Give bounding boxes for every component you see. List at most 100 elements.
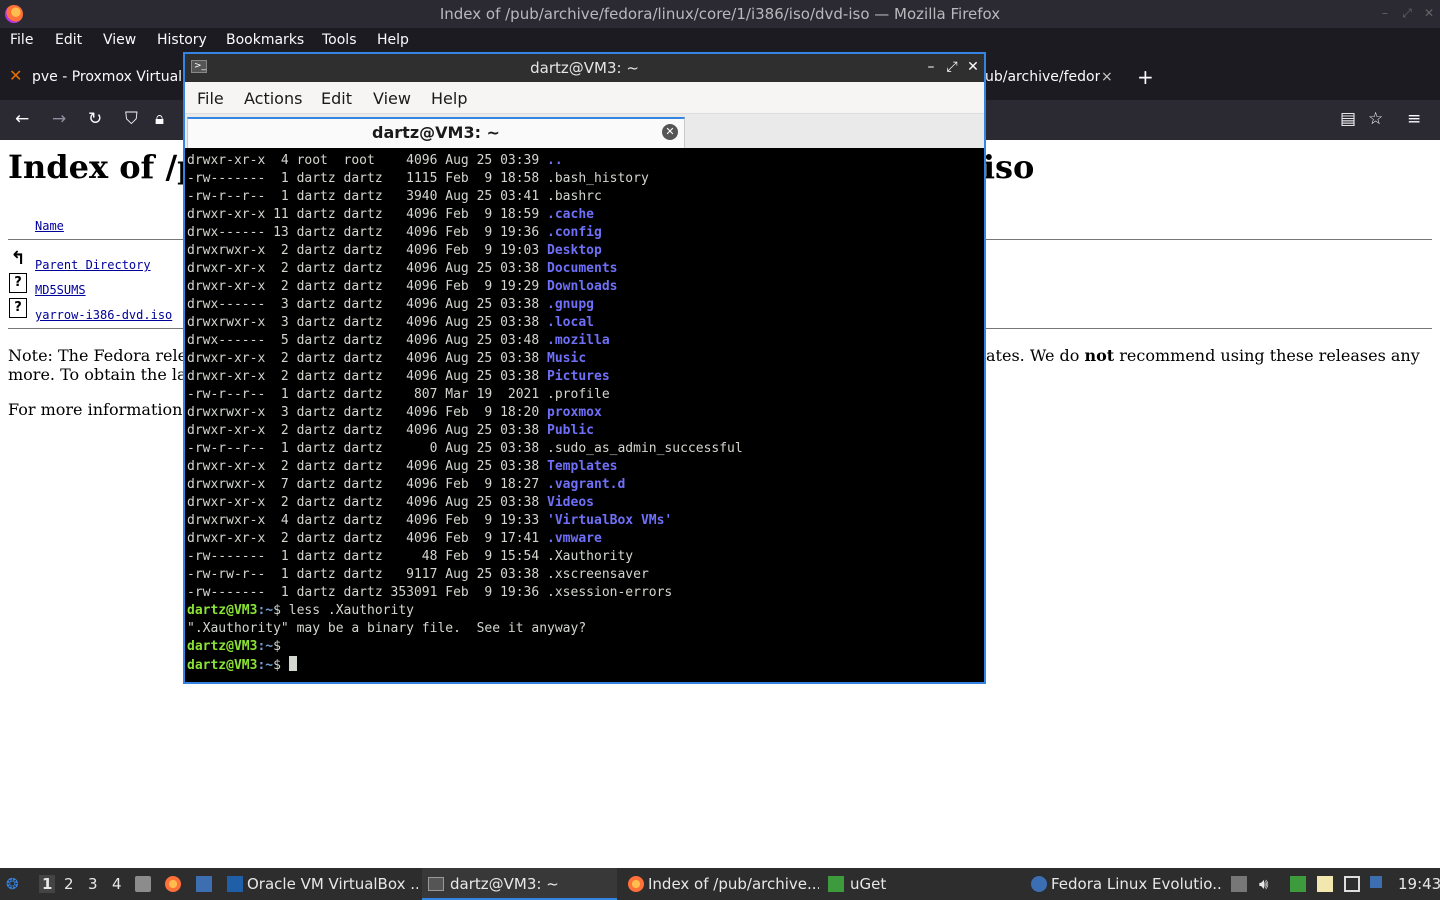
menu-tools[interactable]: Tools [322,32,357,48]
listing-meta: -rw-r--r-- 1 dartz dartz 807 Mar 19 2021 [187,387,548,402]
yarrow-iso-link[interactable]: yarrow-i386-dvd.iso [35,308,172,322]
task-title: Index of /pub/archive... [648,875,819,893]
terminal-line: drwx------ 5 dartz dartz 4096 Aug 25 03:… [187,332,984,350]
reload-icon[interactable]: ↻ [88,109,102,129]
tab-close-icon[interactable]: ✕ [662,124,678,140]
task-title: dartz@VM3: ~ [450,875,559,893]
task-terminal[interactable]: dartz@VM3: ~ [422,868,617,900]
task-title: Fedora Linux Evolutio... [1051,875,1222,893]
workspace-2[interactable]: 2 [64,875,74,893]
tracking-shield-icon[interactable]: ⛉ [125,109,138,129]
md5sums-link[interactable]: MD5SUMS [35,283,86,297]
close-icon[interactable]: ✕ [965,58,981,76]
workspace-4[interactable]: 4 [112,875,122,893]
listing-meta: drwxrwxr-x 7 dartz dartz 4096 Feb 9 18:2… [187,477,548,492]
tab-proxmox[interactable]: pve - Proxmox Virtual E [32,60,182,94]
terminal-menu-help[interactable]: Help [431,89,467,108]
menu-file[interactable]: File [10,32,33,48]
menu-history[interactable]: History [157,32,207,48]
minimize-icon[interactable]: – [923,58,939,76]
terminal-titlebar[interactable]: >_ dartz@VM3: ~ – ⤢ ✕ [185,54,984,82]
clock: 19:43 [1398,875,1440,893]
task-firefox[interactable]: Index of /pub/archive... [624,868,819,900]
terminal-title: dartz@VM3: ~ [530,59,639,77]
forward-arrow-icon[interactable]: → [52,109,66,129]
terminal-menu-actions[interactable]: Actions [244,89,302,108]
firefox-launcher-icon[interactable] [165,876,181,892]
terminal-line: -rw-r--r-- 1 dartz dartz 0 Aug 25 03:38 … [187,440,984,458]
listing-meta: drwxr-xr-x 2 dartz dartz 4096 Aug 25 03:… [187,459,548,474]
terminal-line: drwxr-xr-x 2 dartz dartz 4096 Feb 9 19:2… [187,278,984,296]
terminal-tab[interactable]: dartz@VM3: ~ ✕ [187,117,685,148]
task-fedora-evolution[interactable]: Fedora Linux Evolutio... [1027,868,1222,900]
note-bold: not [1084,346,1115,365]
file-name: .bashrc [547,189,602,204]
parent-directory-link[interactable]: Parent Directory [35,258,151,272]
network-icon[interactable] [1344,876,1360,892]
terminal-line: drwxrwxr-x 3 dartz dartz 4096 Aug 25 03:… [187,314,984,332]
menu-help[interactable]: Help [377,32,409,48]
tab-fedora-archive[interactable]: ub/archive/fedora [985,60,1100,94]
listing-meta: drwx------ 3 dartz dartz 4096 Aug 25 03:… [187,297,548,312]
workspace-3[interactable]: 3 [88,875,98,893]
start-menu-icon[interactable]: ❂ [6,875,19,893]
menu-edit[interactable]: Edit [55,32,82,48]
listing-meta: -rw------- 1 dartz dartz 353091 Feb 9 19… [187,585,548,600]
terminal-line: -rw-r--r-- 1 dartz dartz 807 Mar 19 2021… [187,386,984,404]
show-desktop-icon[interactable] [196,876,212,892]
task-virtualbox[interactable]: Oracle VM VirtualBox ... [223,868,418,900]
column-name-link[interactable]: Name [35,219,64,233]
terminal-window[interactable]: >_ dartz@VM3: ~ – ⤢ ✕ File Actions Edit … [183,52,986,684]
terminal-line: drwxr-xr-x 2 dartz dartz 4096 Aug 25 03:… [187,458,984,476]
taskbar: ❂ 1 2 3 4 Oracle VM VirtualBox ... dartz… [0,868,1440,900]
tab-close-icon[interactable]: × [1101,60,1115,94]
note-line2: more. To obtain the la [8,365,187,384]
menu-bookmarks[interactable]: Bookmarks [226,32,304,48]
notification-icon[interactable] [1370,876,1382,888]
listing-meta: drwx------ 13 dartz dartz 4096 Feb 9 19:… [187,225,548,240]
directory-name: 'VirtualBox VMs' [547,513,673,528]
maximize-icon[interactable]: ⤢ [1400,6,1414,20]
close-icon[interactable]: ✕ [1422,6,1436,20]
directory-name: Documents [547,261,618,276]
directory-name: .gnupg [547,297,594,312]
menu-view[interactable]: View [103,32,136,48]
task-uget[interactable]: uGet [824,868,1019,900]
terminal-menu-file[interactable]: File [197,89,224,108]
listing-meta: -rw------- 1 dartz dartz 1115 Feb 9 18:5… [187,171,548,186]
listing-meta: drwxr-xr-x 4 root root 4096 Aug 25 03:39 [187,153,548,168]
directory-name: proxmox [547,405,602,420]
terminal-cursor [288,656,297,671]
reader-view-icon[interactable]: ▤ [1340,109,1356,129]
workspace-1[interactable]: 1 [39,875,56,893]
virtualbox-icon [227,876,243,892]
prompt-path: :~ [257,603,274,618]
back-arrow-icon[interactable]: ← [15,109,29,129]
fedora-icon [1031,876,1047,892]
directory-name: Templates [547,459,618,474]
prompt-user: dartz@VM3 [187,658,258,673]
note-line1-start: Note: The Fedora rele [8,346,188,365]
uget-tray-icon[interactable] [1290,876,1306,892]
terminal-output[interactable]: drwxr-xr-x 4 root root 4096 Aug 25 03:39… [185,148,984,682]
prompt-user: dartz@VM3 [187,603,258,618]
prompt-user: dartz@VM3 [187,639,258,654]
bookmark-star-icon[interactable]: ☆ [1368,109,1383,129]
app-menu-icon[interactable]: ≡ [1407,109,1421,129]
file-manager-icon[interactable] [135,876,151,892]
volume-icon[interactable]: 🔊︎ [1259,875,1268,893]
listing-meta: drwxr-xr-x 2 dartz dartz 4096 Aug 25 03:… [187,351,548,366]
terminal-menu-view[interactable]: View [373,89,411,108]
listing-meta: -rw-rw-r-- 1 dartz dartz 9117 Aug 25 03:… [187,567,548,582]
prompt-path: :~ [257,639,274,654]
clipboard-icon[interactable] [1231,876,1247,892]
lock-icon[interactable]: 🔒︎ [155,109,164,129]
back-folder-icon: ↰ [9,248,27,270]
notes-icon[interactable] [1317,876,1333,892]
new-tab-button[interactable]: + [1137,60,1153,94]
maximize-icon[interactable]: ⤢ [944,58,960,76]
terminal-line: drwxr-xr-x 4 root root 4096 Aug 25 03:39… [187,152,984,170]
terminal-menu-edit[interactable]: Edit [321,89,352,108]
minimize-icon[interactable]: – [1378,6,1392,20]
terminal-line: drwxrwxr-x 4 dartz dartz 4096 Feb 9 19:3… [187,512,984,530]
